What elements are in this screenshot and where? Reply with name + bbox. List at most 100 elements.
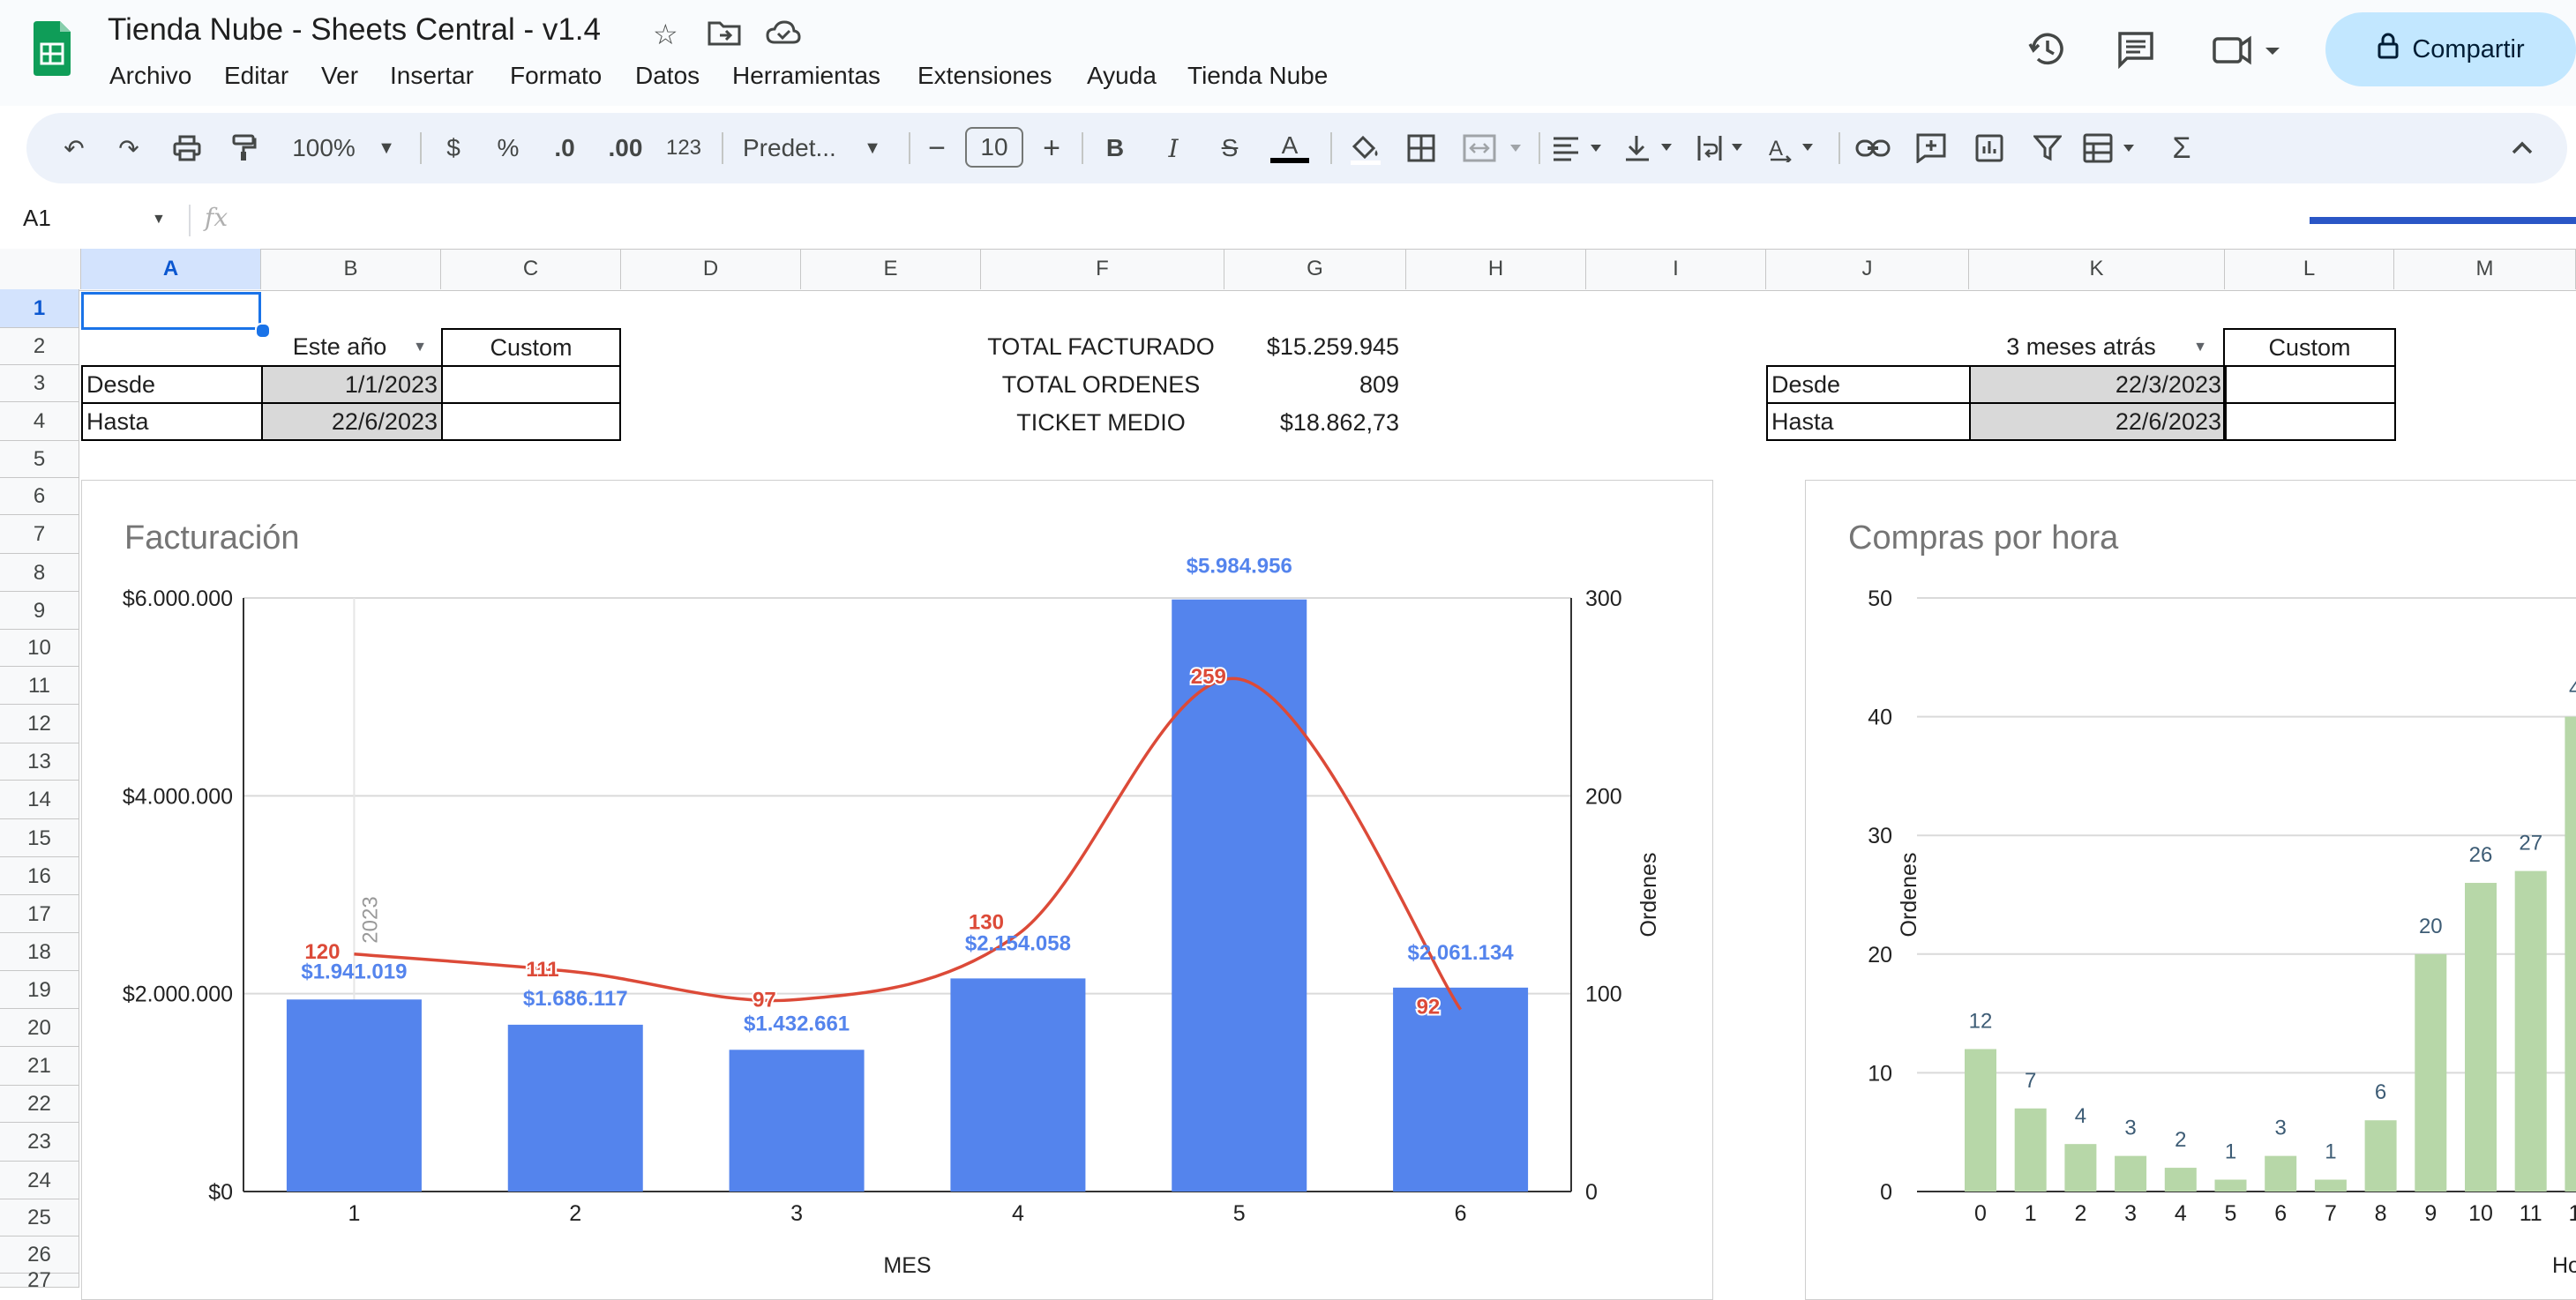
filter-views-icon[interactable]	[2082, 123, 2145, 173]
column-header-e[interactable]: E	[801, 249, 981, 289]
right-desde-label-cell[interactable]: Desde	[1766, 365, 1973, 404]
column-header-d[interactable]: D	[621, 249, 801, 289]
currency-format-button[interactable]: $	[436, 123, 471, 173]
increase-decimal-button[interactable]: .00	[602, 123, 649, 173]
print-icon[interactable]	[168, 123, 206, 173]
column-header-c[interactable]: C	[441, 249, 621, 289]
menu-ayuda[interactable]: Ayuda	[1087, 62, 1157, 90]
column-header-i[interactable]: I	[1586, 249, 1766, 289]
decrease-decimal-button[interactable]: .0	[545, 123, 584, 173]
menu-datos[interactable]: Datos	[635, 62, 700, 90]
menu-ver[interactable]: Ver	[321, 62, 358, 90]
row-header-17[interactable]: 17	[0, 895, 79, 933]
column-header-a[interactable]: A	[81, 249, 261, 289]
increase-font-size-icon[interactable]: +	[1036, 123, 1067, 173]
row-header-20[interactable]: 20	[0, 1009, 79, 1047]
collapse-toolbar-icon[interactable]	[2502, 123, 2542, 173]
total-facturado-value[interactable]: $15.259.945	[1224, 329, 1399, 365]
row-header-7[interactable]: 7	[0, 515, 79, 554]
menu-editar[interactable]: Editar	[224, 62, 288, 90]
column-header-g[interactable]: G	[1224, 249, 1406, 289]
insert-link-icon[interactable]	[1853, 123, 1893, 173]
right-hasta-label-cell[interactable]: Hasta	[1766, 402, 1973, 441]
insert-comment-icon[interactable]	[1911, 123, 1951, 173]
row-header-1[interactable]: 1	[0, 289, 79, 328]
name-box[interactable]: A1	[23, 205, 51, 232]
paint-format-icon[interactable]	[224, 123, 263, 173]
text-rotation-icon[interactable]: A	[1766, 123, 1824, 173]
percent-format-button[interactable]: %	[490, 123, 526, 173]
total-ordenes-label[interactable]: TOTAL ORDENES	[981, 367, 1221, 403]
total-facturado-label[interactable]: TOTAL FACTURADO	[981, 329, 1221, 365]
column-header-j[interactable]: J	[1766, 249, 1969, 289]
text-wrapping-icon[interactable]	[1696, 123, 1754, 173]
bold-button[interactable]: B	[1097, 123, 1133, 173]
star-icon[interactable]: ☆	[653, 18, 678, 51]
row-header-13[interactable]: 13	[0, 743, 79, 781]
zoom-select[interactable]: 100%	[284, 123, 363, 173]
row-header-21[interactable]: 21	[0, 1047, 79, 1086]
column-header-f[interactable]: F	[981, 249, 1224, 289]
active-cell-a1[interactable]	[81, 292, 261, 330]
menu-insertar[interactable]: Insertar	[390, 62, 474, 90]
font-dropdown-icon[interactable]: ▼	[859, 123, 886, 173]
compras-por-hora-chart[interactable]: Compras por hora 0 10 20 30 40 50 12 0 7 1 4 2 3 3 2 4 1…	[1805, 480, 2576, 1300]
custom-header-cell[interactable]: Custom	[441, 328, 621, 367]
merge-cells-icon[interactable]	[1461, 123, 1528, 173]
insert-chart-icon[interactable]	[1969, 123, 2010, 173]
column-header-b[interactable]: B	[261, 249, 441, 289]
right-hasta-value-cell[interactable]: 22/6/2023	[1969, 402, 2227, 441]
document-title[interactable]: Tienda Nube - Sheets Central - v1.4	[108, 12, 601, 48]
row-header-4[interactable]: 4	[0, 402, 79, 441]
column-header-m[interactable]: M	[2394, 249, 2576, 289]
row-header-19[interactable]: 19	[0, 971, 79, 1009]
column-header-h[interactable]: H	[1406, 249, 1586, 289]
desde-custom-cell[interactable]	[441, 365, 621, 404]
row-header-6[interactable]: 6	[0, 478, 79, 515]
row-header-15[interactable]: 15	[0, 819, 79, 857]
undo-icon[interactable]: ↶	[55, 123, 94, 173]
hasta-value-cell[interactable]: 22/6/2023	[261, 402, 443, 441]
row-header-11[interactable]: 11	[0, 667, 79, 705]
text-color-button[interactable]: A	[1269, 123, 1311, 173]
total-ordenes-value[interactable]: 809	[1224, 367, 1399, 403]
cloud-status-icon[interactable]	[766, 19, 801, 46]
right-desde-custom-cell[interactable]	[2223, 365, 2396, 404]
formula-input[interactable]	[256, 201, 2285, 240]
row-header-25[interactable]: 25	[0, 1199, 79, 1236]
right-custom-header-cell[interactable]: Custom	[2223, 328, 2396, 367]
fill-color-icon[interactable]	[1343, 123, 1387, 173]
number-format-button[interactable]: 123	[662, 123, 706, 173]
move-folder-icon[interactable]	[708, 19, 741, 46]
ticket-medio-label[interactable]: TICKET MEDIO	[981, 405, 1221, 441]
share-button[interactable]: Compartir	[2325, 12, 2576, 86]
strikethrough-button[interactable]: S	[1212, 123, 1247, 173]
vertical-align-icon[interactable]	[1623, 123, 1681, 173]
font-family-select[interactable]: Predet...	[743, 123, 857, 173]
right-hasta-custom-cell[interactable]	[2223, 402, 2396, 441]
ticket-medio-value[interactable]: $18.862,73	[1224, 405, 1399, 441]
row-header-5[interactable]: 5	[0, 441, 79, 478]
desde-label-cell[interactable]: Desde	[81, 365, 263, 404]
select-all-corner[interactable]	[0, 249, 81, 289]
borders-icon[interactable]	[1401, 123, 1442, 173]
row-header-16[interactable]: 16	[0, 857, 79, 895]
row-header-27[interactable]: 27	[0, 1270, 79, 1291]
row-header-14[interactable]: 14	[0, 781, 79, 819]
menu-archivo[interactable]: Archivo	[109, 62, 191, 90]
row-header-8[interactable]: 8	[0, 554, 79, 592]
meet-icon[interactable]	[2211, 26, 2285, 72]
functions-button[interactable]: Σ	[2161, 123, 2202, 173]
filter-icon[interactable]	[2027, 123, 2068, 173]
hasta-custom-cell[interactable]	[441, 402, 621, 441]
desde-value-cell[interactable]: 1/1/2023	[261, 365, 443, 404]
column-header-l[interactable]: L	[2225, 249, 2394, 289]
right-desde-value-cell[interactable]: 22/3/2023	[1969, 365, 2227, 404]
row-header-12[interactable]: 12	[0, 705, 79, 743]
row-header-24[interactable]: 24	[0, 1162, 79, 1199]
facturacion-chart[interactable]: Facturación $0 $2.000.000 $4.000.000 $6.000…	[81, 480, 1713, 1300]
row-header-18[interactable]: 18	[0, 933, 79, 971]
font-size-input[interactable]: 10	[965, 127, 1023, 168]
column-header-k[interactable]: K	[1969, 249, 2225, 289]
range-dropdown[interactable]: 3 meses atrás ▼	[1973, 329, 2220, 366]
